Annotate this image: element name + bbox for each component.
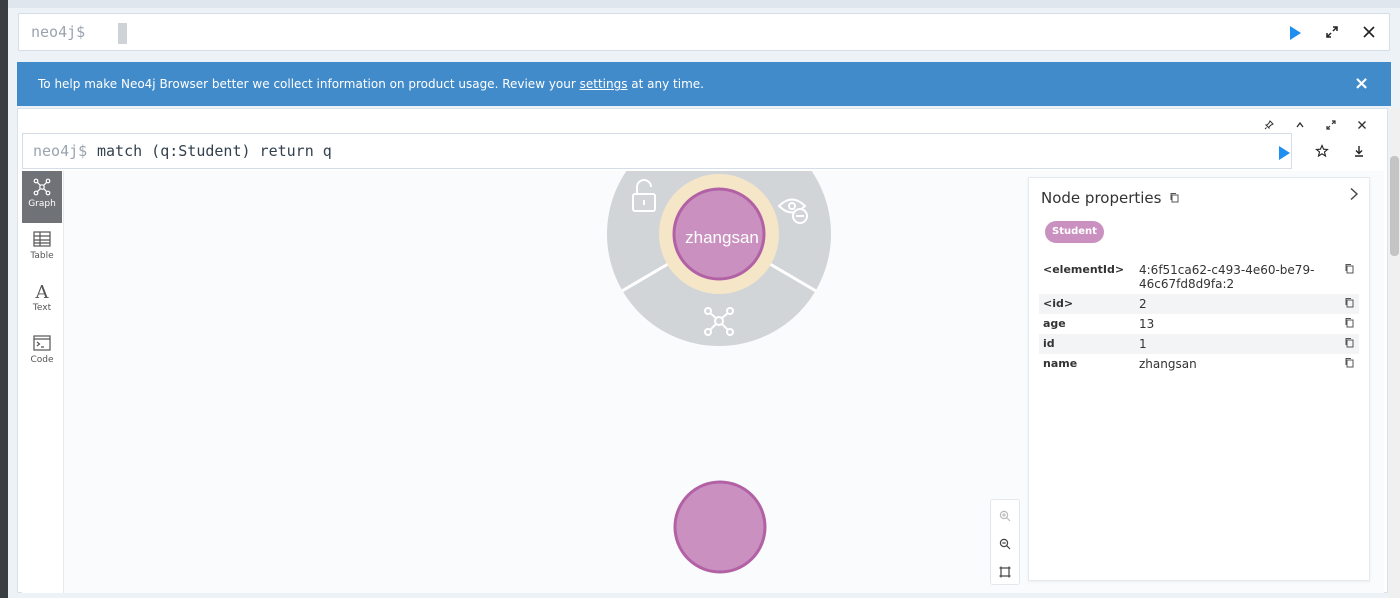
zoom-in-icon — [999, 510, 1011, 522]
property-row: <id> 2 — [1039, 294, 1359, 314]
property-value: 4:6f51ca62-c493-4e60-be79-46c67fd8d9fa:2 — [1139, 263, 1315, 291]
tab-graph-label: Graph — [28, 199, 56, 209]
zoom-in-button[interactable] — [991, 500, 1019, 528]
property-key: age — [1043, 317, 1066, 330]
property-row: <elementId> 4:6f51ca62-c493-4e60-be79-46… — [1039, 260, 1359, 294]
frame-prompt: neo4j$ — [33, 142, 88, 160]
copy-icon[interactable] — [1169, 192, 1180, 203]
property-value: zhangsan — [1139, 357, 1197, 371]
zoom-controls — [990, 499, 1020, 585]
property-value: 2 — [1139, 297, 1147, 311]
top-strip — [8, 0, 1400, 8]
node-context-menu — [607, 171, 831, 346]
expand-editor-icon[interactable] — [1325, 25, 1339, 42]
copy-icon[interactable] — [1335, 260, 1359, 294]
text-icon: A — [35, 282, 50, 301]
property-row: age 13 — [1039, 314, 1359, 334]
property-row: id 1 — [1039, 334, 1359, 354]
collapse-panel-icon[interactable] — [1349, 186, 1359, 205]
tab-text[interactable]: A Text — [22, 275, 62, 327]
zoom-out-button[interactable] — [991, 528, 1019, 556]
banner-message: To help make Neo4j Browser better we col… — [38, 77, 704, 91]
banner-text-after: at any time. — [627, 77, 704, 91]
page-scrollbar[interactable] — [1389, 108, 1400, 598]
zoom-out-icon — [999, 538, 1011, 550]
property-key: id — [1043, 337, 1055, 350]
favorite-star-icon[interactable] — [1315, 144, 1329, 161]
property-row: name zhangsan — [1039, 354, 1359, 374]
node-properties-panel: Node properties Student <elementId> 4:6f… — [1028, 177, 1370, 581]
main-editor[interactable]: neo4j$ — [18, 13, 1390, 51]
tab-table-label: Table — [30, 251, 54, 261]
table-icon — [33, 231, 51, 247]
copy-icon[interactable] — [1335, 334, 1359, 354]
fullscreen-icon[interactable] — [1318, 119, 1344, 133]
query-text[interactable]: match (q:Student) return q — [97, 142, 332, 160]
property-value: 13 — [1139, 317, 1155, 331]
copy-icon[interactable] — [1335, 354, 1359, 374]
pin-icon[interactable] — [1256, 119, 1282, 133]
properties-table: <elementId> 4:6f51ca62-c493-4e60-be79-46… — [1039, 260, 1359, 374]
rerun-query-button[interactable] — [1279, 146, 1290, 160]
editor-prompt: neo4j$ — [31, 23, 86, 41]
frame-editor[interactable]: neo4j$ match (q:Student) return q — [22, 133, 1292, 169]
usage-banner: To help make Neo4j Browser better we col… — [17, 62, 1391, 106]
banner-text-before: To help make Neo4j Browser better we col… — [38, 77, 580, 91]
settings-link[interactable]: settings — [580, 77, 628, 91]
properties-title: Node properties — [1041, 189, 1180, 207]
property-key: <elementId> — [1043, 263, 1125, 276]
scrollbar-thumb[interactable] — [1390, 156, 1399, 256]
node-label-badge[interactable]: Student — [1045, 221, 1104, 243]
editor-cursor[interactable] — [118, 23, 127, 44]
code-icon — [33, 335, 51, 351]
graph-icon — [33, 178, 51, 196]
property-value: 1 — [1139, 337, 1147, 351]
tab-text-label: Text — [32, 303, 52, 313]
fit-screen-icon — [999, 566, 1011, 578]
download-icon[interactable] — [1352, 144, 1366, 161]
property-key: name — [1043, 357, 1078, 370]
tab-graph[interactable]: Graph — [22, 171, 62, 223]
copy-icon[interactable] — [1335, 294, 1359, 314]
tab-code[interactable]: Code — [22, 327, 62, 379]
collapse-icon[interactable] — [1287, 119, 1313, 133]
frame-controls — [1256, 115, 1375, 134]
close-editor-icon[interactable] — [1362, 25, 1376, 42]
fit-to-screen-button[interactable] — [991, 556, 1019, 584]
view-tabs: Graph Table A Text Code — [22, 171, 64, 593]
properties-title-text: Node properties — [1041, 189, 1162, 207]
copy-icon[interactable] — [1335, 314, 1359, 334]
tab-table[interactable]: Table — [22, 223, 62, 275]
selected-node-label[interactable]: zhangsan — [677, 228, 767, 248]
banner-close-button[interactable]: × — [1354, 73, 1369, 94]
graph-node[interactable] — [672, 479, 768, 575]
window-edge — [0, 0, 8, 598]
close-frame-icon[interactable] — [1349, 119, 1375, 133]
run-query-button[interactable] — [1290, 26, 1301, 40]
tab-code-label: Code — [30, 355, 54, 365]
svg-text:A: A — [35, 282, 50, 301]
result-frame: neo4j$ match (q:Student) return q Graph … — [17, 108, 1388, 593]
graph-canvas[interactable]: zhangsan Node properties Student <elemen… — [64, 171, 1384, 593]
property-key: <id> — [1043, 297, 1074, 310]
